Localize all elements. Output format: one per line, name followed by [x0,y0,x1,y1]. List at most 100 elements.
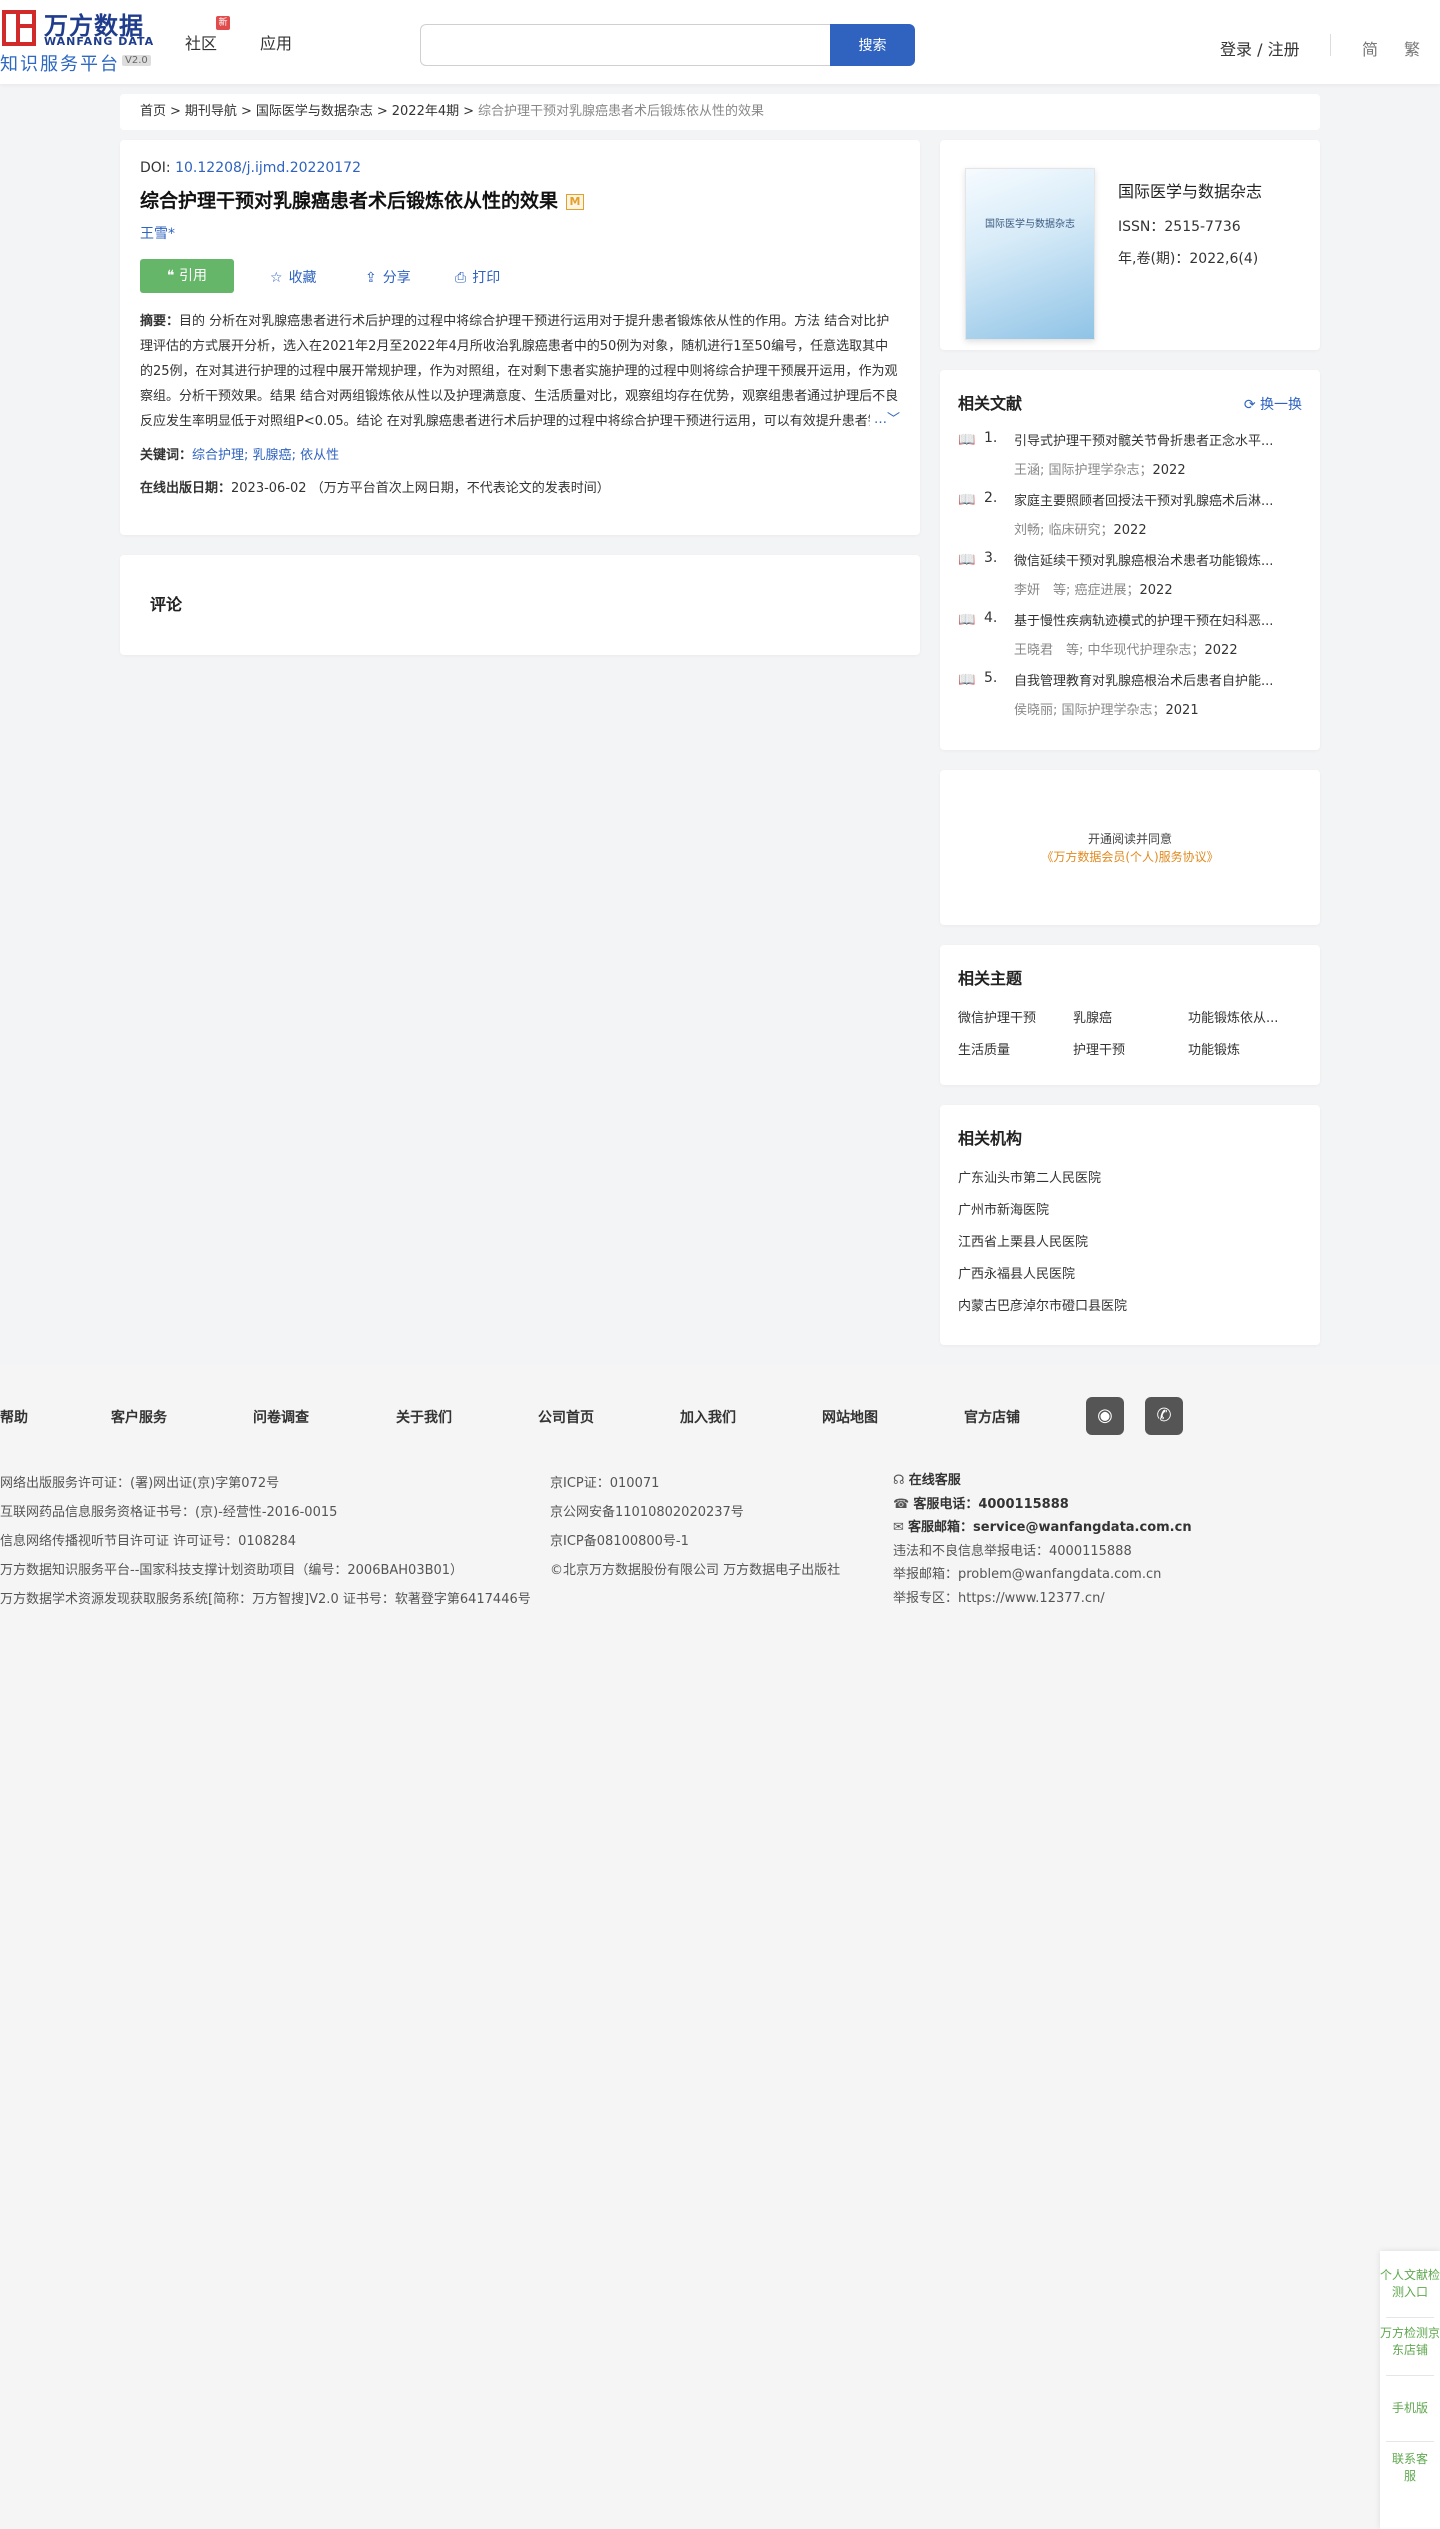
search-input[interactable] [420,24,830,66]
topic-link[interactable]: 乳腺癌 [1073,1007,1183,1026]
new-badge: 新 [216,16,230,30]
literature-item[interactable]: 📖 1. 引导式护理干预对髋关节骨折患者正念水平... 王涵; 国际护理学杂志；… [958,428,1302,488]
icp-line[interactable]: 京公网安备11010802020237号 [550,1498,840,1527]
doi-link[interactable]: 10.12208/j.ijmd.20220172 [175,160,361,176]
topic-link[interactable]: 功能锻炼依从... [1188,1007,1298,1026]
org-link[interactable]: 广州市新海医院 [958,1199,1302,1231]
share-button[interactable]: ⇪ 分享 [365,267,411,287]
breadcrumb-home[interactable]: 首页 [140,104,166,119]
keyword-link[interactable]: 乳腺癌 [253,448,292,463]
literature-meta: 王涵; 国际护理学杂志；2022 [1014,459,1304,478]
abstract: 摘要：目的 分析在对乳腺癌患者进行术后护理的过程中将综合护理干预进行运用对于提升… [140,309,900,434]
topic-link[interactable]: 生活质量 [958,1039,1068,1058]
literature-title[interactable]: 基于慢性疾病轨迹模式的护理干预在妇科恶... [1014,610,1304,629]
icp-line: ©北京万方数据股份有限公司 万方数据电子出版社 [550,1563,841,1578]
org-link[interactable]: 广东汕头市第二人民医院 [958,1167,1302,1199]
org-link[interactable]: 广西永福县人民医院 [958,1263,1302,1295]
logo-subtitle: 知识服务平台 [0,54,120,75]
topic-grid: 微信护理干预 乳腺癌 功能锻炼依从... 生活质量 护理干预 功能锻炼 [958,1007,1302,1067]
breadcrumb-journal[interactable]: 国际医学与数据杂志 [256,104,373,119]
nav-community[interactable]: 社区 [185,30,217,54]
breadcrumb-sep: > [240,104,252,119]
print-icon: ⎙ [455,270,467,286]
expand-chevron-icon[interactable]: …﹀ [869,407,900,432]
report-email: 举报邮箱：problem@wanfangdata.com.cn [893,1567,1162,1582]
topic-link[interactable]: 护理干预 [1073,1039,1183,1058]
org-list: 广东汕头市第二人民医院 广州市新海医院 江西省上栗县人民医院 广西永福县人民医院… [958,1167,1302,1327]
literature-title[interactable]: 微信延续干预对乳腺癌根治术患者功能锻炼... [1014,550,1304,569]
author-link[interactable]: 王雪* [140,223,900,243]
literature-title[interactable]: 家庭主要照顾者回授法干预对乳腺癌术后淋... [1014,490,1304,509]
literature-meta: 侯晓丽; 国际护理学杂志；2021 [1014,699,1304,718]
footer-nav-join[interactable]: 加入我们 [680,1407,736,1427]
literature-year: 2022 [1139,583,1173,598]
footer-icp: 京ICP证：010071 京公网安备11010802020237号 京ICP备0… [550,1469,840,1585]
footer-nav-sitemap[interactable]: 网站地图 [822,1407,878,1427]
keyword-link[interactable]: 依从性 [300,448,339,463]
favorite-button[interactable]: ☆ 收藏 [270,267,317,287]
logo-mark-icon [2,10,36,46]
favorite-label: 收藏 [288,270,317,286]
literature-source: 李妍 等; 癌症进展； [1014,583,1140,598]
refresh-button[interactable]: ⟳ 换一换 [1244,394,1302,414]
related-topics-title: 相关主题 [958,969,1023,988]
literature-item[interactable]: 📖 5. 自我管理教育对乳腺癌根治术后患者自护能... 侯晓丽; 国际护理学杂志… [958,668,1302,728]
footer-nav-survey[interactable]: 问卷调查 [253,1407,309,1427]
journal-issn: ISSN：2515-7736 [1118,219,1241,235]
logo-en-text: WANFANG DATA [44,35,155,48]
quote-icon: ❝ [167,268,179,284]
literature-item[interactable]: 📖 4. 基于慢性疾病轨迹模式的护理干预在妇科恶... 王晓君 等; 中华现代护… [958,608,1302,668]
membership-ad-card[interactable]: 开通阅读并同意 《万方数据会员(个人)服务协议》 [940,770,1320,925]
literature-year: 2021 [1165,703,1199,718]
lang-traditional[interactable]: 繁 [1404,36,1420,60]
report-phone: 违法和不良信息举报电话：4000115888 [893,1543,1132,1559]
keyword-link[interactable]: 综合护理 [192,448,244,463]
literature-item[interactable]: 📖 3. 微信延续干预对乳腺癌根治术患者功能锻炼... 李妍 等; 癌症进展；2… [958,548,1302,608]
weibo-icon[interactable]: ◉ [1086,1397,1124,1435]
side-mobile[interactable]: 手机版 [1380,2400,1440,2417]
cite-button[interactable]: ❝ 引用 [140,259,234,293]
literature-year: 2022 [1204,643,1238,658]
topic-link[interactable]: 功能锻炼 [1188,1039,1298,1058]
share-label: 分享 [382,270,411,286]
pubdate-note: （万方平台首次上网日期，不代表论文的发表时间） [310,481,610,496]
literature-item[interactable]: 📖 2. 家庭主要照顾者回授法干预对乳腺癌术后淋... 刘畅; 临床研究；202… [958,488,1302,548]
wechat-icon[interactable]: ✆ [1145,1397,1183,1435]
service-agreement-link[interactable]: 《万方数据会员(个人)服务协议》 [940,848,1320,865]
footer-nav-store[interactable]: 官方店铺 [964,1407,1020,1427]
lang-simplified[interactable]: 简 [1362,36,1378,60]
literature-year: 2022 [1113,523,1147,538]
print-button[interactable]: ⎙ 打印 [455,267,500,287]
online-service-row[interactable]: ☊ 在线客服 [893,1469,1192,1493]
license-line: 互联网药品信息服务资格证书号：(京)-经营性-2016-0015 [0,1505,338,1520]
side-plagiarism-check[interactable]: 个人文献检测入口 [1380,2267,1440,2301]
login-register-link[interactable]: 登录 / 注册 [1220,36,1300,60]
literature-number: 5. [984,670,998,686]
keywords-label: 关键词： [140,448,193,463]
literature-title[interactable]: 引导式护理干预对髋关节骨折患者正念水平... [1014,430,1304,449]
nav-apps[interactable]: 应用 [260,30,292,54]
wanfang-logo[interactable]: 万方数据 WANFANG DATA 知识服务平台 V2.0 [0,6,160,75]
search-button[interactable]: 搜索 [830,24,915,66]
breadcrumb-journals[interactable]: 期刊导航 [185,104,237,119]
footer-nav-company[interactable]: 公司首页 [538,1407,594,1427]
report-zone[interactable]: 举报专区：https://www.12377.cn/ [893,1587,1192,1611]
journal-card: 国际医学与数据杂志 国际医学与数据杂志 ISSN：2515-7736 年,卷(期… [940,140,1320,350]
side-contact-service[interactable]: 联系客服 [1390,2451,1430,2485]
org-link[interactable]: 江西省上栗县人民医院 [958,1231,1302,1263]
icp-line[interactable]: 京ICP备08100800号-1 [550,1527,840,1556]
top-header: 万方数据 WANFANG DATA 知识服务平台 V2.0 社区 新 应用 搜索… [0,0,1440,84]
literature-title[interactable]: 自我管理教育对乳腺癌根治术后患者自护能... [1014,670,1304,689]
mendeley-icon[interactable]: M [566,194,585,210]
abstract-text: 目的 分析在对乳腺癌患者进行术后护理的过程中将综合护理干预进行运用对于提升患者锻… [140,314,899,429]
journal-cover[interactable]: 国际医学与数据杂志 [965,168,1095,340]
org-link[interactable]: 内蒙古巴彦淖尔市磴口县医院 [958,1295,1302,1327]
breadcrumb-issue[interactable]: 2022年4期 [392,104,459,119]
side-jd-store[interactable]: 万方检测京东店铺 [1380,2325,1440,2359]
topic-link[interactable]: 微信护理干预 [958,1007,1068,1026]
footer-nav-service[interactable]: 客户服务 [111,1407,167,1427]
journal-name[interactable]: 国际医学与数据杂志 [1118,178,1262,202]
footer-nav-help[interactable]: 帮助 [0,1407,28,1427]
email-value[interactable]: service@wanfangdata.com.cn [973,1520,1192,1535]
footer-nav-about[interactable]: 关于我们 [396,1407,452,1427]
